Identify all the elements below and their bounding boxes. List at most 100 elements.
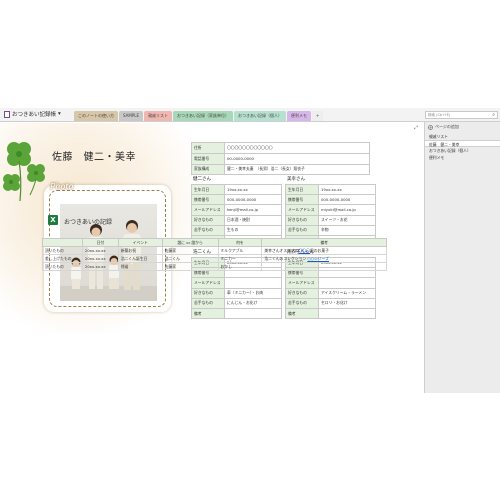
- field-value[interactable]: 19xx.xx.xx: [318, 183, 376, 196]
- field-value[interactable]: 車（ミニカー）・お肉: [224, 287, 282, 299]
- records-table: 日付 イベント 誰に or 誰から 何を 備考 頂いたもの 20xx.xx.xx 新築お祝佐…: [42, 238, 387, 271]
- add-page-button[interactable]: + ページの追加: [428, 124, 459, 130]
- table-row: 住所 〇〇〇〇〇〇〇〇〇〇〇〇: [191, 142, 370, 154]
- table-row: 苦手なもの 生もの: [191, 224, 282, 236]
- field-label: メールアドレス: [191, 277, 225, 289]
- table-cell[interactable]: 20xx.xx.xx: [81, 254, 119, 263]
- table-row: 生年月日 19xx.xx.xx: [285, 183, 376, 196]
- column-header: 誰に or 誰から: [161, 238, 219, 247]
- table-cell[interactable]: 20xx.xx.xx: [81, 262, 119, 271]
- page-list-pane: + ページの追加 親戚リスト 佐藤 健二・美幸 おつきあい記録（個人） 便利メモ: [424, 122, 500, 393]
- section-tab[interactable]: このノートの使い方: [74, 111, 118, 121]
- section-tab[interactable]: SAMPLE: [119, 111, 143, 121]
- table-cell[interactable]: 帰省: [117, 262, 163, 271]
- table-cell[interactable]: 浩二くん誕生日: [117, 254, 163, 263]
- table-cell[interactable]: おかし: [217, 262, 263, 271]
- add-page-label: ページの追加: [435, 124, 459, 129]
- table-row: 苦手なもの にんじん・お化け: [191, 297, 282, 309]
- field-label: 住所: [191, 142, 225, 154]
- field-label: 好きなもの: [191, 214, 225, 226]
- field-label: 携帯番号: [191, 194, 225, 206]
- search-icon: ⌕: [492, 112, 495, 118]
- field-value[interactable]: 00-0000-0000: [224, 152, 370, 165]
- notebook-toolbar: おつきあい記録帳 ▾ このノートの使い方 SAMPLE 親戚リスト おつきあい記録（家…: [0, 108, 500, 122]
- page-list-item[interactable]: 親戚リスト: [425, 133, 500, 140]
- field-label: 好きなもの: [191, 287, 225, 299]
- field-value[interactable]: 19xx.xx.xx: [224, 183, 282, 196]
- table-row: 苦手なもの 辛物: [285, 224, 376, 236]
- field-value[interactable]: kenji@mail.co.jp: [224, 204, 282, 216]
- table-row: 家族構成 健二・美幸夫妻 （長男）浩二（長女）翔衣子: [191, 163, 370, 176]
- table-cell[interactable]: ミルクアブル: [217, 246, 263, 255]
- person-table: 生年月日 19xx.xx.xx 携帯番号 000-0000-0000 メールアドレス mi…: [285, 183, 376, 247]
- table-cell[interactable]: 佐藤家: [161, 262, 219, 271]
- field-label: 苦手なもの: [285, 297, 319, 309]
- field-value[interactable]: アイスクリーム・ラーメン: [318, 287, 376, 299]
- column-header: イベント: [117, 238, 163, 247]
- table-cell[interactable]: 佐藤家: [161, 246, 219, 255]
- section-tab[interactable]: 便利メモ: [286, 111, 311, 121]
- field-label: 備考: [285, 307, 319, 320]
- field-label: 生年月日: [191, 183, 225, 196]
- field-label: 家族構成: [191, 163, 225, 176]
- field-value[interactable]: セロリ・お化け: [318, 297, 376, 309]
- section-tab[interactable]: おつきあい記録（個人）: [233, 111, 286, 121]
- table-cell[interactable]: 頂いたもの: [42, 246, 83, 255]
- address-table: 住所 〇〇〇〇〇〇〇〇〇〇〇〇 電話番号 00-0000-0000 家族構成 健二・美幸夫…: [191, 142, 370, 176]
- field-value[interactable]: [224, 307, 282, 320]
- hyperlink[interactable]: ○○シリーズ: [307, 256, 329, 261]
- plus-icon: +: [428, 124, 433, 130]
- table-row: 頂いたもの 20xx.xx.xx 帰省 佐藤家 おかし: [42, 262, 387, 271]
- table-cell[interactable]: 頂いたもの: [42, 262, 83, 271]
- clover-decoration: [3, 142, 45, 202]
- person-name: 美幸さん: [287, 177, 305, 182]
- field-value[interactable]: スイーツ・お花: [318, 214, 376, 226]
- field-value[interactable]: [318, 277, 376, 289]
- field-value[interactable]: 生もの: [224, 224, 282, 236]
- page-list-item[interactable]: おつきあい記録（個人）: [425, 147, 500, 154]
- notebook-title: おつきあい記録帳: [12, 112, 57, 118]
- table-cell[interactable]: 浩二くんのコレクション ○○シリーズ: [261, 254, 387, 263]
- table-row: 好きなもの アイスクリーム・ラーメン: [285, 287, 376, 299]
- table-cell[interactable]: 美幸さんオススメの〇〇〇屋のお菓子: [261, 246, 387, 255]
- field-value[interactable]: 健二・美幸夫妻 （長男）浩二（長女）翔衣子: [224, 163, 370, 176]
- table-row: 頂いたもの 20xx.xx.xx 新築お祝 佐藤家 ミルクアブル 美幸さんオススメの〇〇〇…: [42, 246, 387, 255]
- field-value[interactable]: [318, 307, 376, 320]
- table-cell[interactable]: [261, 262, 387, 271]
- records-title: おつきあいの記録: [64, 219, 113, 226]
- field-value[interactable]: 000-0000-0000: [318, 194, 376, 206]
- table-cell[interactable]: 差し上げたもの: [42, 254, 83, 263]
- table-cell[interactable]: 浩二くん: [161, 254, 219, 263]
- section-tabs: このノートの使い方 SAMPLE 親戚リスト おつきあい記録（家族単位） おつきあい記録…: [74, 111, 324, 122]
- field-value[interactable]: miyuki@mail.co.jp: [318, 204, 376, 216]
- notebook-icon: [4, 110, 10, 118]
- table-row: 携帯番号 000-0000-0000: [191, 194, 282, 206]
- page-list: 親戚リスト 佐藤 健二・美幸 おつきあい記録（個人） 便利メモ: [425, 133, 500, 161]
- search-input[interactable]: 検索 (Ctrl+E) ⌕: [425, 111, 498, 119]
- table-cell[interactable]: 新築お祝: [117, 246, 163, 255]
- person-table: 生年月日 19xx.xx.xx 携帯番号 000-0000-0000 メールアドレス ke…: [191, 183, 282, 247]
- table-cell[interactable]: ミニカー: [217, 254, 263, 263]
- table-row: メールアドレス kenji@mail.co.jp: [191, 204, 282, 216]
- expand-icon[interactable]: ⤢: [414, 125, 418, 131]
- field-value[interactable]: 辛物: [318, 224, 376, 236]
- notebook-selector[interactable]: おつきあい記録帳 ▾: [4, 110, 61, 118]
- page-list-item[interactable]: 便利メモ: [425, 154, 500, 161]
- section-tab[interactable]: +: [311, 111, 324, 121]
- field-value[interactable]: 000-0000-0000: [224, 194, 282, 206]
- hyperlink[interactable]: 〇〇〇: [299, 248, 310, 253]
- spreadsheet-icon[interactable]: X: [48, 215, 58, 225]
- family-name-title: 佐藤 健二・美幸: [52, 152, 136, 163]
- field-label: 電話番号: [191, 152, 225, 165]
- field-value[interactable]: にんじん・お化け: [224, 297, 282, 309]
- column-header: 日付: [81, 238, 119, 247]
- table-cell[interactable]: 20xx.xx.xx: [81, 246, 119, 255]
- field-value[interactable]: 日本酒・焼酎: [224, 214, 282, 226]
- section-tab[interactable]: おつきあい記録（家族単位）: [172, 111, 233, 121]
- field-label: メールアドレス: [285, 277, 319, 289]
- field-value[interactable]: [224, 277, 282, 289]
- table-row: メールアドレス: [191, 277, 282, 289]
- section-tab[interactable]: 親戚リスト: [143, 111, 172, 121]
- page-list-item[interactable]: 佐藤 健二・美幸: [425, 140, 500, 147]
- field-value[interactable]: 〇〇〇〇〇〇〇〇〇〇〇〇: [224, 142, 370, 154]
